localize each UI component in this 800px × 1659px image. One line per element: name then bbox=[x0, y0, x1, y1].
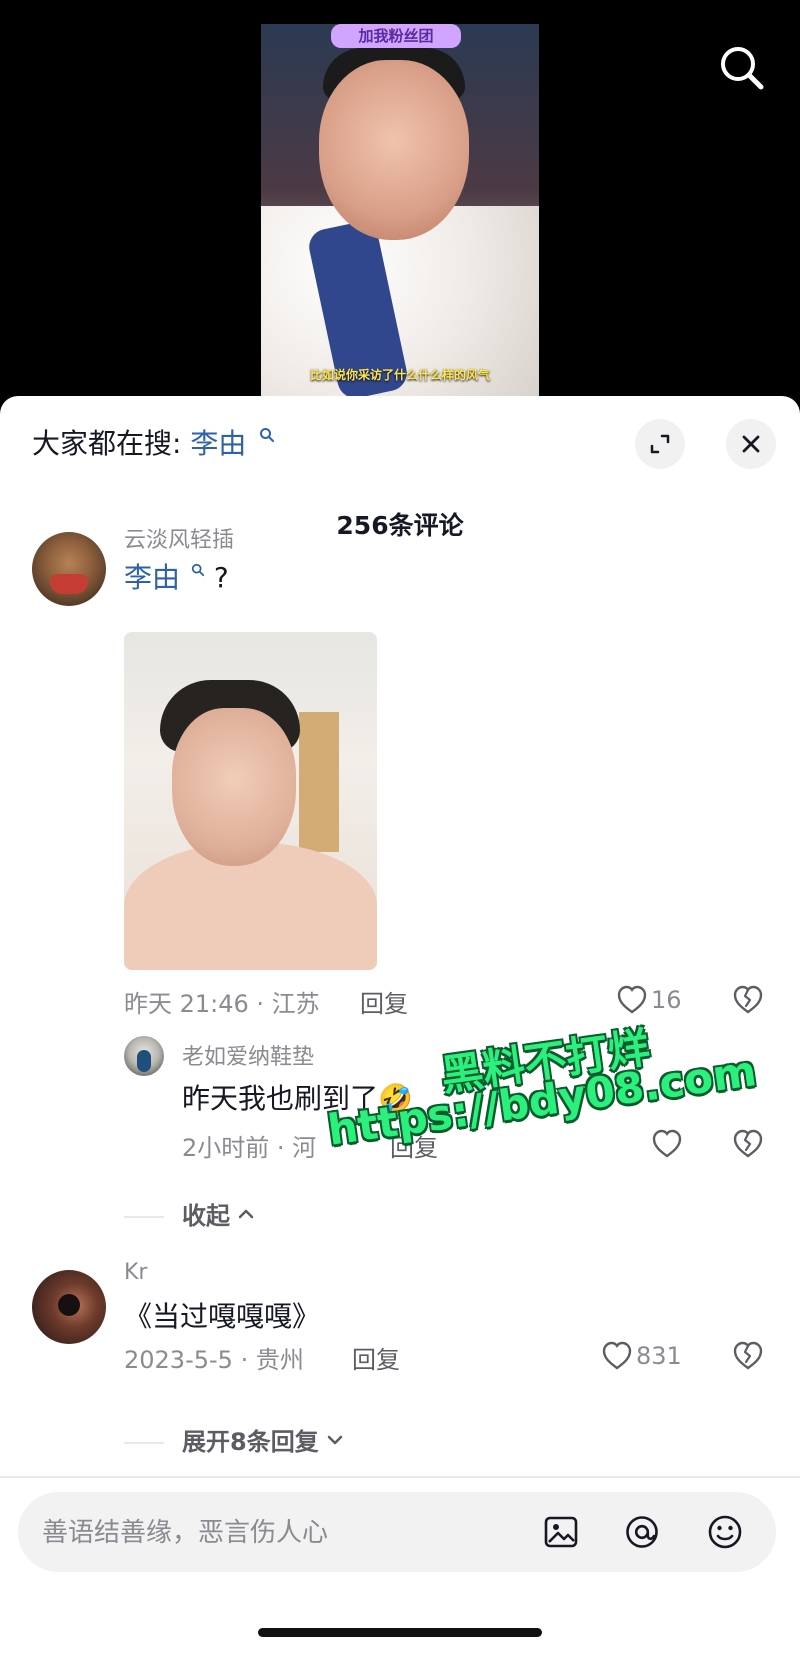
like-count: 831 bbox=[636, 1342, 682, 1370]
comment-input[interactable] bbox=[40, 1492, 484, 1574]
expand-sheet-button[interactable] bbox=[635, 419, 685, 469]
comment-meta: 2023-5-5 · 贵州 bbox=[124, 1346, 304, 1374]
reply-dislike-button[interactable] bbox=[731, 1127, 765, 1161]
reply-meta: 2小时前 · 河 bbox=[182, 1134, 317, 1162]
composer-divider bbox=[0, 1476, 800, 1478]
comment-text: 李由 ? bbox=[124, 556, 229, 596]
thread-divider bbox=[124, 1216, 164, 1218]
trending-search[interactable]: 大家都在搜: 李由 bbox=[32, 422, 275, 462]
search-icon bbox=[260, 427, 275, 442]
close-button[interactable] bbox=[726, 419, 776, 469]
image-button[interactable] bbox=[541, 1512, 581, 1552]
expand-replies-button[interactable]: 展开8条回复 bbox=[182, 1422, 345, 1457]
comment-username[interactable]: 云淡风轻插 bbox=[124, 522, 234, 554]
comment-sheet: 大家都在搜: 李由 256条评论 云淡风轻插 李由 ? 昨天 21:46 · 江… bbox=[0, 396, 800, 1659]
expand-icon bbox=[650, 434, 670, 454]
chevron-down-icon bbox=[327, 1435, 342, 1444]
reply-avatar[interactable] bbox=[124, 1036, 164, 1076]
comment-composer[interactable] bbox=[18, 1492, 776, 1574]
mention-button[interactable] bbox=[622, 1512, 662, 1552]
search-icon bbox=[721, 47, 764, 90]
broken-heart-icon bbox=[733, 985, 763, 1014]
like-button[interactable]: 16 bbox=[615, 983, 682, 1017]
comment-image[interactable] bbox=[124, 632, 377, 970]
image-wall bbox=[299, 712, 339, 852]
reply-like-button[interactable] bbox=[650, 1127, 684, 1161]
search-button[interactable] bbox=[714, 40, 770, 96]
dislike-button[interactable] bbox=[731, 983, 765, 1017]
video-sign: 加我粉丝团 bbox=[331, 24, 461, 48]
comment-suffix: ? bbox=[213, 561, 229, 594]
avatar[interactable] bbox=[32, 1270, 106, 1344]
heart-outline-icon bbox=[652, 1129, 682, 1158]
thread-divider bbox=[124, 1442, 164, 1444]
like-button[interactable]: 831 bbox=[600, 1339, 682, 1373]
expand-label: 展开8条回复 bbox=[182, 1428, 319, 1456]
emoji-icon bbox=[708, 1515, 742, 1549]
chevron-up-icon bbox=[238, 1209, 254, 1218]
comment-username[interactable]: Kr bbox=[124, 1260, 147, 1285]
like-count: 16 bbox=[651, 986, 682, 1014]
broken-heart-icon bbox=[733, 1341, 763, 1370]
video-thumbnail[interactable]: 加我粉丝团 比如说你采访了什么什么样的风气 bbox=[261, 24, 539, 396]
reply-avatar-figure bbox=[137, 1050, 151, 1072]
collapse-label: 收起 bbox=[182, 1202, 230, 1230]
close-icon bbox=[742, 435, 760, 453]
video-player-area[interactable]: 加我粉丝团 比如说你采访了什么什么样的风气 bbox=[0, 0, 800, 420]
comment-meta: 昨天 21:46 · 江苏 bbox=[124, 990, 320, 1018]
avatar-body bbox=[50, 574, 88, 594]
broken-heart-icon bbox=[733, 1129, 763, 1158]
reply-button[interactable]: 回复 bbox=[352, 1340, 400, 1375]
dislike-button[interactable] bbox=[731, 1339, 765, 1373]
at-sign-icon bbox=[626, 1516, 658, 1548]
collapse-replies-button[interactable]: 收起 bbox=[182, 1196, 256, 1231]
image-icon bbox=[544, 1516, 578, 1548]
reply-username[interactable]: 老如爱纳鞋垫 bbox=[182, 1039, 314, 1071]
avatar[interactable] bbox=[32, 532, 106, 606]
heart-outline-icon bbox=[617, 985, 647, 1014]
comment-link-keyword[interactable]: 李由 bbox=[124, 561, 180, 594]
search-icon bbox=[191, 563, 205, 576]
heart-outline-icon bbox=[602, 1341, 632, 1370]
trending-prefix: 大家都在搜: bbox=[32, 427, 182, 460]
reply-button[interactable]: 回复 bbox=[360, 984, 408, 1019]
avatar-silhouette bbox=[58, 1294, 80, 1316]
comment-count: 256条评论 bbox=[336, 511, 464, 540]
video-face bbox=[319, 60, 469, 240]
comment-text: 《当过嘎嘎嘎》 bbox=[124, 1300, 321, 1333]
trending-keyword[interactable]: 李由 bbox=[190, 427, 246, 460]
video-subtitle: 比如说你采访了什么什么样的风气 bbox=[309, 368, 490, 382]
emoji-button[interactable] bbox=[705, 1512, 745, 1552]
home-indicator[interactable] bbox=[258, 1628, 542, 1637]
image-face bbox=[172, 708, 296, 866]
